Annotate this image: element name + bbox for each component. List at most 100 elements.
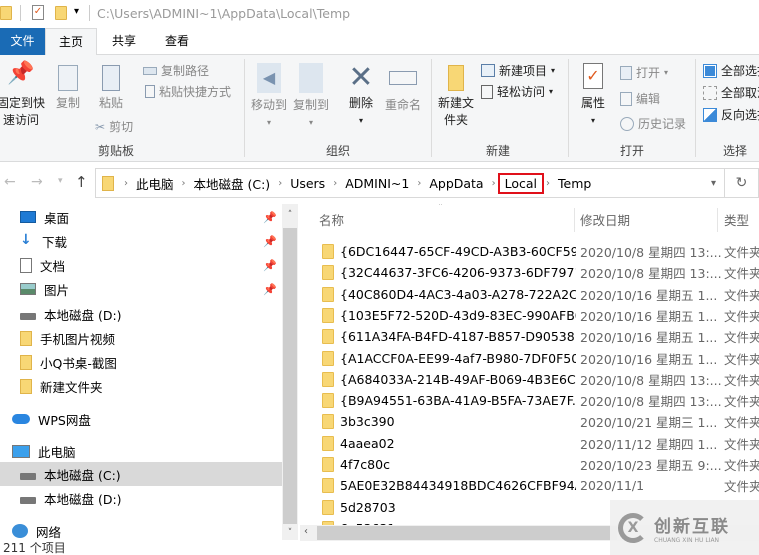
file-row[interactable]: 5AE0E32B84434918BDC4626CFBF94A... 2020/11… — [300, 475, 759, 496]
nav-item[interactable]: 小Q书桌-截图 — [0, 350, 282, 374]
nav-item[interactable]: 手机图片视频 — [0, 326, 282, 350]
nav-item[interactable]: 本地磁盘 (C:) — [0, 462, 282, 486]
nav-scrollbar-thumb[interactable] — [283, 228, 297, 524]
divider — [20, 5, 21, 21]
new-folder-quick-icon[interactable] — [55, 6, 67, 20]
nav-item[interactable]: 新建文件夹 — [0, 374, 282, 398]
scroll-down-icon[interactable]: ˅ — [282, 528, 298, 538]
pin-icon[interactable]: 📌 — [263, 235, 277, 248]
file-row[interactable]: {A1ACCF0A-EE99-4af7-B980-7DF0F50... 2020/… — [300, 348, 759, 369]
tab-home[interactable]: 主页 — [45, 28, 97, 56]
column-header-date[interactable]: 修改日期 — [580, 210, 630, 229]
copy-path-button[interactable]: 复制路径 — [143, 62, 209, 79]
file-name: {103E5F72-520D-43d9-83EC-990AFB0... — [340, 307, 576, 323]
scroll-up-icon[interactable]: ˄ — [282, 210, 298, 220]
nav-scrollbar[interactable]: ˄ ˅ — [282, 204, 298, 540]
file-date: 2020/10/16 星期五 1... — [580, 351, 718, 367]
file-type: 文件夹 — [724, 372, 759, 388]
desktop-icon — [20, 211, 36, 223]
back-arrow-icon[interactable]: ← — [4, 174, 16, 190]
rename-button[interactable]: 重命名 — [383, 63, 423, 114]
group-label-open: 打开 — [620, 144, 645, 158]
edit-button[interactable]: 编辑 — [620, 90, 660, 107]
scroll-left-icon[interactable]: ‹ — [304, 526, 308, 537]
file-date: 2020/10/8 星期四 13:... — [580, 266, 722, 282]
move-to-button[interactable]: ◀ 移动到 ▾ — [250, 63, 288, 131]
file-name: {B9A94551-63BA-41A9-B5FA-73AE7F... — [340, 393, 576, 409]
breadcrumb-users[interactable]: Users — [284, 176, 331, 191]
paste-shortcut-button[interactable]: 粘贴快捷方式 — [145, 83, 231, 100]
file-name: {6DC16447-65CF-49CD-A3B3-60CF59... — [340, 244, 576, 259]
copy-to-button[interactable]: 复制到 ▾ — [292, 63, 330, 131]
navigation-pane: 桌面 📌 ↓ 下载 📌 文档 📌 图片 📌 本地磁盘 (D:) 手机图片视频 小Q书桌-截图 新建文件夹… — [0, 204, 282, 540]
breadcrumb-local[interactable]: Local — [497, 172, 545, 194]
file-row[interactable]: 3b3c390 2020/10/21 星期三 1... 文件夹 — [300, 411, 759, 432]
breadcrumb-admin[interactable]: ADMINI~1 — [339, 176, 415, 191]
pin-icon[interactable]: 📌 — [263, 211, 277, 224]
properties-quick-icon[interactable]: ✓ — [32, 5, 44, 20]
up-arrow-icon[interactable]: ↑ — [75, 173, 88, 191]
nav-item[interactable]: 图片 📌 — [0, 277, 282, 301]
address-history-chevron-icon[interactable]: ▾ — [711, 178, 716, 189]
customize-quick-access-icon[interactable]: ▾ — [74, 6, 79, 17]
tab-file[interactable]: 文件 — [0, 28, 45, 55]
recent-locations-chevron-icon[interactable]: ▾ — [58, 176, 63, 186]
pin-quick-access-button[interactable]: 📌 固定到快速访问 — [0, 63, 46, 129]
select-none-button[interactable]: 全部取消 — [703, 84, 759, 101]
column-header-name[interactable]: 名称 — [319, 210, 344, 229]
move-to-icon: ◀ — [257, 63, 281, 93]
history-button[interactable]: 历史记录 — [620, 115, 686, 132]
file-row[interactable]: {B9A94551-63BA-41A9-B5FA-73AE7F... 2020/1… — [300, 390, 759, 411]
file-row[interactable]: {A684033A-214B-49AF-B069-4B3E6C... 2020/1… — [300, 369, 759, 390]
invert-selection-button[interactable]: 反向选择 — [703, 106, 759, 123]
address-bar[interactable]: › 此电脑 › 本地磁盘 (C:) › Users › ADMINI~1 › AppDat… — [95, 168, 725, 198]
paste-button[interactable]: 粘贴 — [95, 65, 127, 112]
divider — [244, 59, 245, 157]
cut-button[interactable]: ✂ 剪切 — [95, 118, 133, 135]
new-folder-button[interactable]: 新建文件夹 — [436, 65, 476, 129]
breadcrumb-drive-c[interactable]: 本地磁盘 (C:) — [188, 174, 277, 193]
delete-x-icon: ✕ — [348, 60, 374, 95]
file-row[interactable]: {103E5F72-520D-43d9-83EC-990AFB0... 2020/… — [300, 305, 759, 326]
column-header-type[interactable]: 类型 — [724, 210, 749, 229]
folder-icon — [322, 414, 334, 430]
horizontal-scrollbar-thumb[interactable] — [317, 526, 617, 540]
breadcrumb-appdata[interactable]: AppData — [423, 176, 489, 191]
watermark: X 创新互联 CHUANG XIN HU LIAN — [610, 500, 759, 555]
pin-icon[interactable]: 📌 — [263, 283, 277, 296]
file-row[interactable]: {6DC16447-65CF-49CD-A3B3-60CF59... 2020/1… — [300, 241, 759, 262]
forward-arrow-icon[interactable]: → — [31, 174, 43, 190]
nav-item[interactable]: ↓ 下载 📌 — [0, 229, 282, 253]
tab-share[interactable]: 共享 — [104, 28, 144, 55]
divider — [568, 59, 569, 157]
nav-item[interactable]: 文档 📌 — [0, 253, 282, 277]
pin-icon[interactable]: 📌 — [263, 259, 277, 272]
refresh-icon[interactable]: ↻ — [725, 168, 759, 198]
folder-icon — [322, 499, 334, 515]
copy-button[interactable]: 复制 — [52, 65, 84, 112]
nav-item[interactable]: 本地磁盘 (D:) — [0, 486, 282, 510]
nav-item[interactable]: 本地磁盘 (D:) — [0, 302, 282, 326]
nav-item[interactable]: WPS网盘 — [0, 407, 282, 431]
file-row[interactable]: {611A34FA-B4FD-4187-B857-D90538... 2020/1… — [300, 326, 759, 347]
file-row[interactable]: {40C860D4-4AC3-4a03-A278-722A2C... 2020/1… — [300, 284, 759, 305]
nav-item-label: 图片 — [44, 282, 70, 298]
select-all-button[interactable]: 全部选择 — [703, 62, 759, 79]
breadcrumb-temp[interactable]: Temp — [552, 176, 597, 191]
new-item-button[interactable]: 新建项目 ▾ — [481, 62, 555, 79]
open-button[interactable]: 打开 ▾ — [620, 64, 668, 81]
file-row[interactable]: 4aaea02 2020/11/12 星期四 1... 文件夹 — [300, 433, 759, 454]
file-row[interactable]: 4f7c80c 2020/10/23 星期五 9:... 文件夹 — [300, 454, 759, 475]
nav-item[interactable]: 此电脑 — [0, 439, 282, 463]
nav-item[interactable]: 网络 — [0, 519, 282, 543]
file-row[interactable]: {32C44637-3FC6-4206-9373-6DF7971... 2020/… — [300, 262, 759, 283]
delete-button[interactable]: ✕ 删除 ▾ — [344, 61, 378, 129]
group-label-clipboard: 剪贴板 — [98, 144, 135, 158]
divider — [89, 5, 90, 21]
properties-button[interactable]: ✓ 属性 ▾ — [578, 63, 608, 129]
easy-access-button[interactable]: 轻松访问 ▾ — [481, 83, 553, 100]
file-date: 2020/10/21 星期三 1... — [580, 415, 718, 431]
nav-item[interactable]: 桌面 📌 — [0, 205, 282, 229]
breadcrumb-this-pc[interactable]: 此电脑 — [130, 174, 180, 193]
tab-view[interactable]: 查看 — [157, 28, 197, 55]
